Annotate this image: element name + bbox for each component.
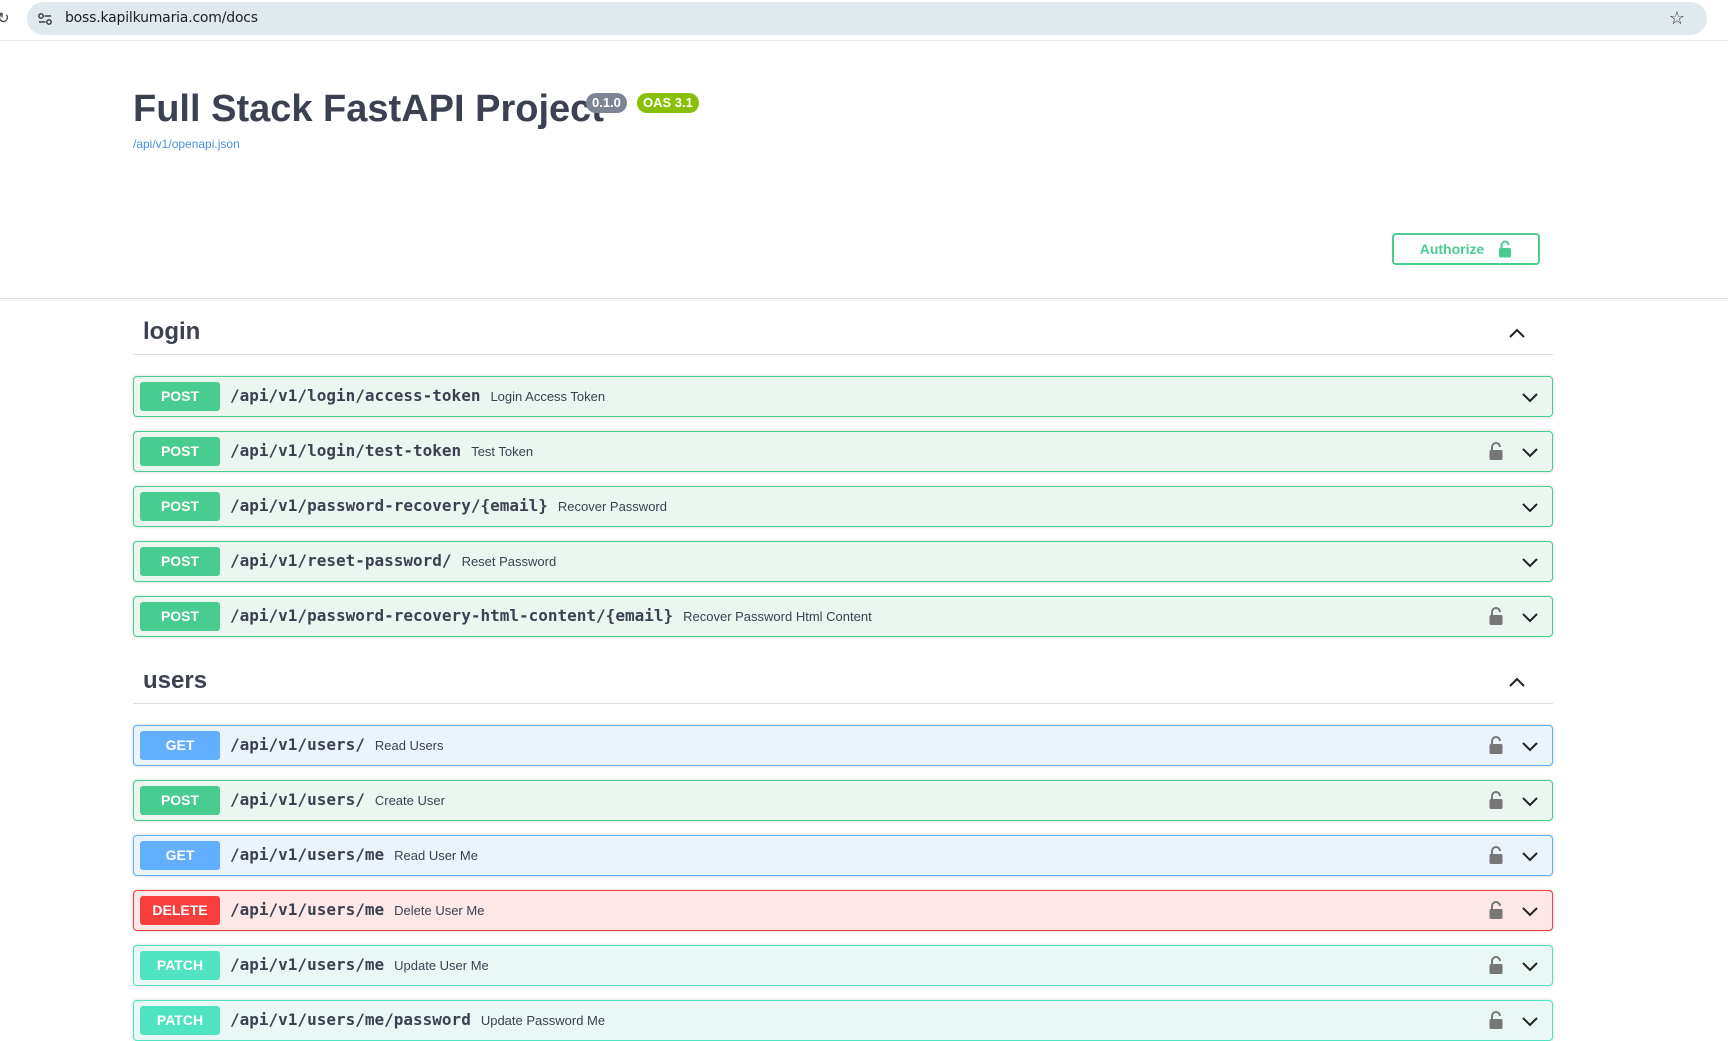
operation-summary: Update Password Me — [480, 1013, 606, 1028]
operation-post[interactable]: POST/api/v1/password-recovery/{email} Rec… — [133, 486, 1553, 527]
operation-summary: Recover Password — [557, 499, 667, 514]
site-settings-icon[interactable] — [37, 11, 53, 27]
chevron-down-icon[interactable] — [1520, 387, 1540, 407]
operation-path: /api/v1/password-recovery-html-content/{… — [230, 606, 872, 625]
version-badge: 0.1.0 — [586, 93, 627, 113]
tag-section-login[interactable]: login — [133, 314, 1553, 355]
operation-post[interactable]: POST/api/v1/login/access-token Login Acce… — [133, 376, 1553, 417]
path-text: /api/v1/password-recovery/{email} — [230, 496, 548, 515]
operation-get[interactable]: GET/api/v1/users/Read Users — [133, 725, 1553, 766]
operation-get[interactable]: GET/api/v1/users/me Read User Me — [133, 835, 1553, 876]
reload-icon[interactable]: ↻ — [0, 9, 10, 27]
page-title: Full Stack FastAPI Project — [133, 88, 604, 130]
tag-name: users — [143, 667, 208, 694]
unlock-icon[interactable] — [1488, 790, 1504, 810]
header-divider — [0, 298, 1728, 299]
operation-patch[interactable]: PATCH/api/v1/users/me Update User Me — [133, 945, 1553, 986]
method-badge: DELETE — [140, 896, 220, 925]
operation-summary: Update User Me — [394, 958, 489, 973]
operation-path: /api/v1/users/me Delete User Me — [230, 900, 484, 919]
method-badge: POST — [140, 602, 220, 631]
chevron-up-icon[interactable] — [1507, 324, 1527, 344]
authorize-button[interactable]: Authorize — [1392, 233, 1540, 265]
unlock-icon[interactable] — [1488, 735, 1504, 755]
address-bar[interactable]: boss.kapilkumaria.com/docs ☆ — [27, 2, 1707, 35]
chevron-down-icon[interactable] — [1520, 552, 1540, 572]
chevron-down-icon[interactable] — [1520, 607, 1540, 627]
chevron-down-icon[interactable] — [1520, 497, 1540, 517]
tag-name: login — [143, 318, 201, 345]
oas-badge: OAS 3.1 — [637, 93, 699, 113]
operation-summary: Delete User Me — [394, 903, 485, 918]
unlock-icon[interactable] — [1488, 845, 1504, 865]
operation-summary: Test Token — [471, 444, 534, 459]
chevron-down-icon[interactable] — [1520, 956, 1540, 976]
operation-path: /api/v1/users/Create User — [230, 790, 445, 809]
method-badge: POST — [140, 382, 220, 411]
operation-patch[interactable]: PATCH/api/v1/users/me/password Update Pas… — [133, 1000, 1553, 1041]
operation-path: /api/v1/users/me Update User Me — [230, 955, 489, 974]
chevron-down-icon[interactable] — [1520, 846, 1540, 866]
path-text: /api/v1/users/me — [230, 845, 385, 864]
tag-section-users[interactable]: users — [133, 663, 1553, 704]
method-badge: POST — [140, 492, 220, 521]
authorize-label: Authorize — [1419, 241, 1485, 257]
browser-toolbar: ↻ boss.kapilkumaria.com/docs ☆ — [0, 0, 1728, 41]
chevron-down-icon[interactable] — [1520, 736, 1540, 756]
method-badge: GET — [140, 841, 220, 870]
method-badge: POST — [140, 437, 220, 466]
path-text: /api/v1/users/me — [230, 900, 385, 919]
operation-post[interactable]: POST/api/v1/password-recovery-html-conte… — [133, 596, 1553, 637]
operation-path: /api/v1/login/test-token Test Token — [230, 441, 533, 460]
unlock-icon[interactable] — [1488, 955, 1504, 975]
method-badge: PATCH — [140, 1006, 220, 1035]
url-text[interactable]: boss.kapilkumaria.com/docs — [65, 10, 258, 26]
operation-post[interactable]: POST/api/v1/reset-password/Reset Passwor… — [133, 541, 1553, 582]
method-badge: POST — [140, 786, 220, 815]
unlock-icon[interactable] — [1488, 1010, 1504, 1030]
chevron-down-icon[interactable] — [1520, 1011, 1540, 1031]
method-badge: PATCH — [140, 951, 220, 980]
operation-path: /api/v1/password-recovery/{email} Recover… — [230, 496, 667, 515]
unlock-icon[interactable] — [1488, 606, 1504, 626]
unlock-icon[interactable] — [1488, 900, 1504, 920]
path-text: /api/v1/users/me — [230, 955, 385, 974]
operation-delete[interactable]: DELETE/api/v1/users/me Delete User Me — [133, 890, 1553, 931]
bookmark-star-icon[interactable]: ☆ — [1669, 8, 1685, 29]
openapi-json-link[interactable]: /api/v1/openapi.json — [133, 137, 240, 151]
chevron-down-icon[interactable] — [1520, 901, 1540, 921]
chevron-down-icon[interactable] — [1520, 442, 1540, 462]
operation-post[interactable]: POST/api/v1/login/test-token Test Token — [133, 431, 1553, 472]
operation-summary: Read User Me — [394, 848, 478, 863]
operation-post[interactable]: POST/api/v1/users/Create User — [133, 780, 1553, 821]
operation-summary: Read Users — [374, 738, 444, 753]
operation-path: /api/v1/login/access-token Login Access T… — [230, 386, 605, 405]
path-text: /api/v1/users/ — [230, 790, 365, 809]
chevron-up-icon[interactable] — [1507, 673, 1527, 693]
operation-path: /api/v1/users/Read Users — [230, 735, 444, 754]
path-text: /api/v1/login/test-token — [230, 441, 462, 460]
operation-summary: Recover Password Html Content — [683, 609, 872, 624]
method-badge: POST — [140, 547, 220, 576]
path-text: /api/v1/reset-password/ — [230, 551, 452, 570]
path-text: /api/v1/users/ — [230, 735, 365, 754]
operation-path: /api/v1/reset-password/Reset Password — [230, 551, 556, 570]
operation-path: /api/v1/users/me/password Update Password… — [230, 1010, 605, 1029]
operation-path: /api/v1/users/me Read User Me — [230, 845, 478, 864]
path-text: /api/v1/users/me/password — [230, 1010, 471, 1029]
unlock-icon[interactable] — [1488, 441, 1504, 461]
path-text: /api/v1/login/access-token — [230, 386, 481, 405]
operation-summary: Create User — [374, 793, 445, 808]
operation-summary: Reset Password — [461, 554, 557, 569]
operation-summary: Login Access Token — [490, 389, 606, 404]
unlock-icon — [1499, 240, 1512, 258]
method-badge: GET — [140, 731, 220, 760]
chevron-down-icon[interactable] — [1520, 791, 1540, 811]
path-text: /api/v1/password-recovery-html-content/{… — [230, 606, 674, 625]
